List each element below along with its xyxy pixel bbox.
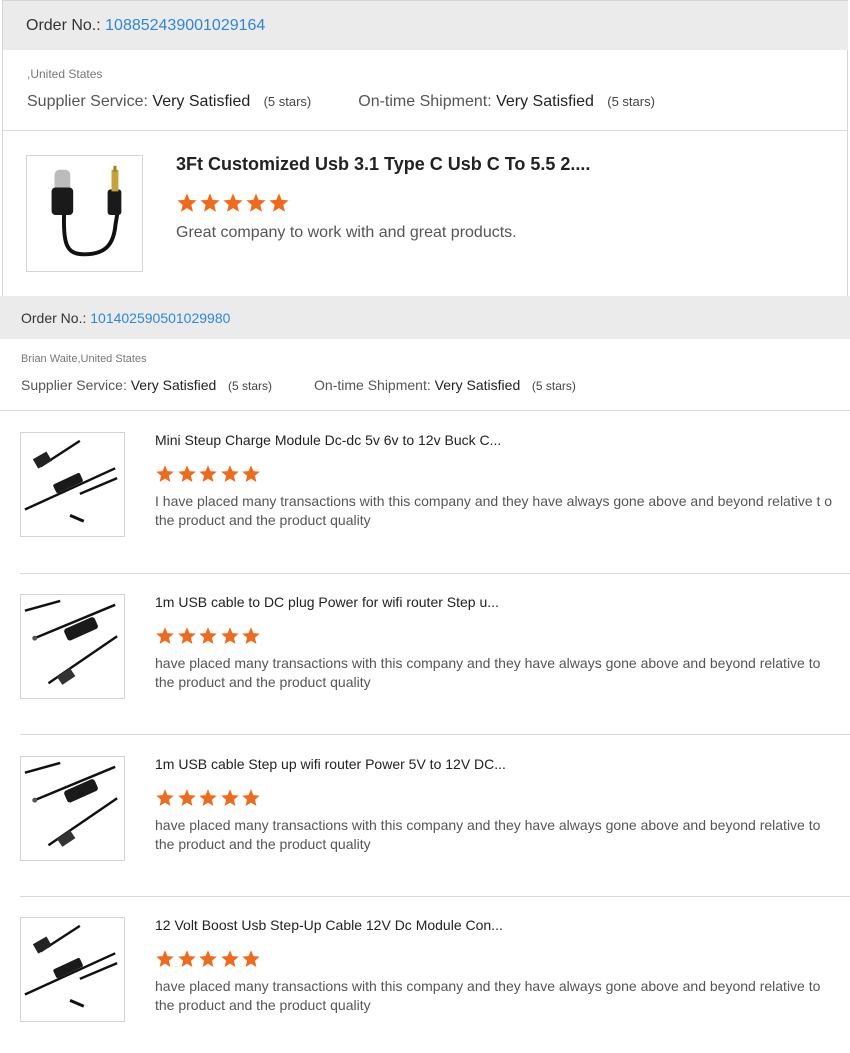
- shipment-label: On-time Shipment:: [314, 377, 431, 393]
- star-icon: [156, 950, 174, 967]
- order-header: Order No.: 101402590501029980: [0, 296, 850, 339]
- divider: [20, 573, 850, 574]
- product-image[interactable]: [20, 594, 125, 699]
- product-title-link[interactable]: 1m USB cable Step up wifi router Power 5…: [155, 756, 506, 772]
- satisfaction-summary: Supplier Service: Very Satisfied (5 star…: [21, 377, 576, 393]
- star-icon: [269, 193, 289, 212]
- product-image[interactable]: [20, 756, 125, 861]
- shipment-value: Very Satisfied: [496, 93, 594, 110]
- star-icon: [156, 789, 174, 806]
- star-icon: [177, 789, 196, 806]
- star-icon: [199, 627, 217, 644]
- review-text: have placed many transactions with this …: [155, 817, 821, 852]
- star-icon: [220, 465, 239, 482]
- star-icon: [177, 627, 196, 644]
- review-text: have placed many transactions with this …: [155, 978, 821, 1013]
- supplier-service-stars: (5 stars): [228, 379, 273, 393]
- star-icon: [199, 950, 217, 967]
- product-title-link[interactable]: 3Ft Customized Usb 3.1 Type C Usb C To 5…: [176, 154, 590, 175]
- satisfaction-summary: Supplier Service: Very Satisfied (5 star…: [27, 93, 655, 111]
- star-icon: [220, 950, 239, 967]
- product-image[interactable]: [26, 155, 143, 272]
- product-image[interactable]: [20, 432, 125, 537]
- divider: [20, 896, 850, 897]
- buyer-location: Brian Waite,United States: [21, 353, 147, 365]
- star-icon: [220, 627, 239, 644]
- supplier-service-value: Very Satisfied: [152, 93, 251, 110]
- star-icon: [156, 465, 174, 482]
- review-text: Great company to work with and great pro…: [176, 224, 517, 241]
- shipment-value: Very Satisfied: [434, 377, 521, 393]
- star-icon: [220, 789, 239, 806]
- order-number-link[interactable]: 101402590501029980: [90, 310, 230, 326]
- star-icon: [246, 193, 266, 212]
- shipment-stars: (5 stars): [607, 94, 655, 109]
- star-icon: [177, 193, 197, 212]
- order-number-link[interactable]: 108852439001029164: [105, 17, 265, 35]
- star-icon: [156, 627, 174, 644]
- star-icon: [199, 789, 217, 806]
- shipment-label: On-time Shipment:: [358, 93, 492, 110]
- buyer-location: ,United States: [27, 67, 103, 81]
- supplier-service-label: Supplier Service:: [27, 93, 148, 110]
- star-icon: [200, 193, 220, 212]
- shipment-stars: (5 stars): [531, 379, 576, 393]
- review-text: have placed many transactions with this …: [155, 655, 821, 690]
- star-icon: [223, 193, 243, 212]
- product-title-link[interactable]: Mini Steup Charge Module Dc-dc 5v 6v to …: [155, 432, 501, 448]
- supplier-service-value: Very Satisfied: [130, 377, 217, 393]
- star-icon: [177, 950, 196, 967]
- star-rating: [155, 949, 263, 969]
- product-image[interactable]: [20, 917, 125, 1022]
- star-icon: [242, 950, 260, 967]
- product-title-link[interactable]: 12 Volt Boost Usb Step-Up Cable 12V Dc M…: [155, 917, 503, 933]
- star-icon: [199, 465, 217, 482]
- star-icon: [177, 465, 196, 482]
- order-number-label: Order No.:: [26, 16, 101, 34]
- order-header: Order No.: 108852439001029164: [3, 1, 848, 50]
- star-icon: [242, 789, 260, 806]
- supplier-service-label: Supplier Service:: [21, 377, 127, 393]
- divider: [20, 734, 850, 735]
- divider: [3, 130, 848, 131]
- product-title-link[interactable]: 1m USB cable to DC plug Power for wifi r…: [155, 594, 499, 610]
- star-rating: [155, 626, 263, 646]
- star-icon: [242, 627, 260, 644]
- supplier-service-stars: (5 stars): [263, 94, 312, 109]
- divider: [0, 410, 850, 411]
- star-icon: [242, 465, 260, 482]
- star-rating: [155, 464, 263, 484]
- order-number-label: Order No.:: [21, 309, 87, 326]
- star-rating: [155, 788, 263, 808]
- star-rating: [176, 192, 291, 214]
- review-text: I have placed many transactions with thi…: [155, 493, 833, 528]
